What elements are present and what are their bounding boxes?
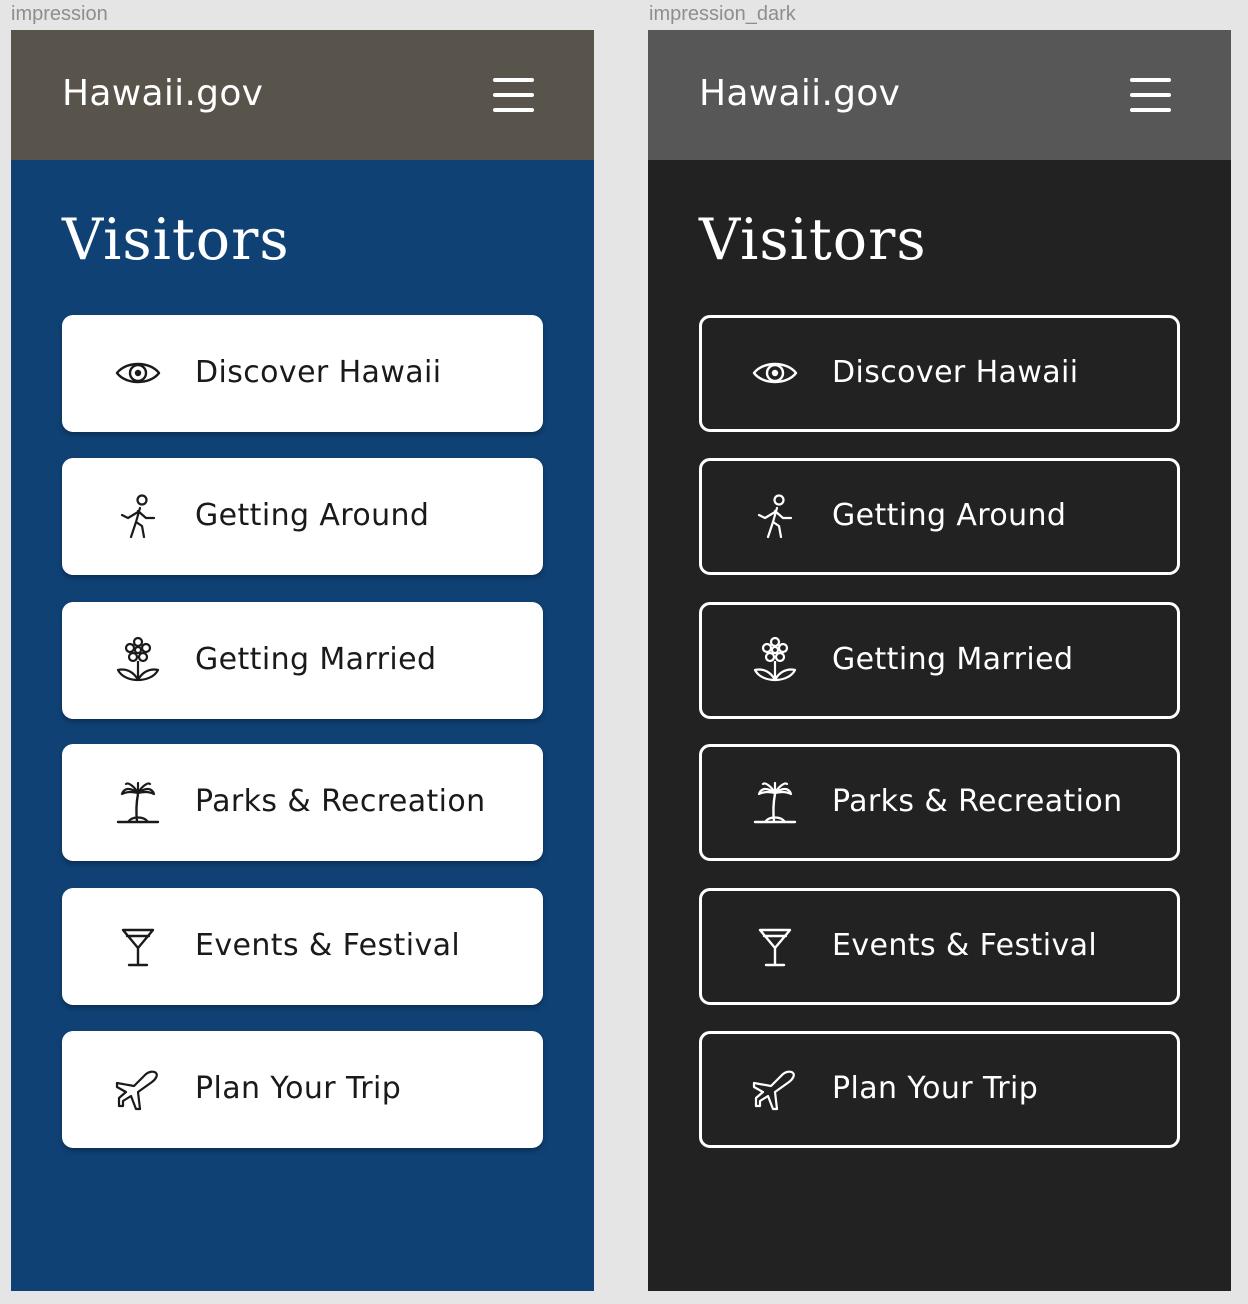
palm-tree-icon [114,778,162,826]
plan-your-trip-button[interactable]: Plan Your Trip [699,1031,1180,1148]
cocktail-glass-icon [114,922,162,970]
card-label: Plan Your Trip [195,1071,402,1106]
frame-label: impression_dark [649,3,796,25]
flower-icon [751,636,799,684]
eye-icon [751,349,799,397]
airplane-icon [751,1065,799,1113]
discover-hawaii-button[interactable]: Discover Hawaii [62,315,543,432]
card-label: Events & Festival [195,928,461,963]
getting-married-button[interactable]: Getting Married [699,602,1180,719]
airplane-icon [114,1065,162,1113]
card-label: Events & Festival [832,928,1098,963]
cocktail-glass-icon [751,922,799,970]
card-label: Getting Around [832,498,1067,533]
events-festival-button[interactable]: Events & Festival [699,888,1180,1005]
card-label: Plan Your Trip [832,1071,1039,1106]
parks-recreation-button[interactable]: Parks & Recreation [62,744,543,861]
events-festival-button[interactable]: Events & Festival [62,888,543,1005]
walking-person-icon [114,492,162,540]
parks-recreation-button[interactable]: Parks & Recreation [699,744,1180,861]
palm-tree-icon [751,778,799,826]
card-label: Parks & Recreation [832,784,1123,819]
plan-your-trip-button[interactable]: Plan Your Trip [62,1031,543,1148]
hamburger-menu-icon[interactable] [489,74,539,116]
card-label: Discover Hawaii [195,355,442,390]
card-label: Discover Hawaii [832,355,1079,390]
frame-label: impression [11,3,108,25]
card-label: Getting Around [195,498,430,533]
page-title: Visitors [699,207,927,273]
hamburger-menu-icon[interactable] [1126,74,1176,116]
flower-icon [114,636,162,684]
getting-around-button[interactable]: Getting Around [62,458,543,575]
card-label: Getting Married [195,642,437,677]
site-title[interactable]: Hawaii.gov [62,68,263,120]
card-label: Getting Married [832,642,1074,677]
screen-frame-dark: Hawaii.gov Visitors Discover Hawaii Gett… [648,30,1231,1291]
walking-person-icon [751,492,799,540]
site-header: Hawaii.gov [648,30,1231,160]
getting-around-button[interactable]: Getting Around [699,458,1180,575]
eye-icon [114,349,162,397]
discover-hawaii-button[interactable]: Discover Hawaii [699,315,1180,432]
site-title[interactable]: Hawaii.gov [699,68,900,120]
screen-frame-light: Hawaii.gov Visitors Discover Hawaii Gett… [11,30,594,1291]
getting-married-button[interactable]: Getting Married [62,602,543,719]
card-label: Parks & Recreation [195,784,486,819]
page-title: Visitors [62,207,290,273]
site-header: Hawaii.gov [11,30,594,160]
